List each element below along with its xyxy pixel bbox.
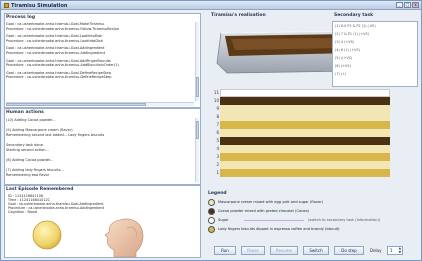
task-item[interactable]: (5) ((+VS) xyxy=(335,56,352,60)
run-button[interactable]: Run xyxy=(214,246,236,255)
human-actions-panel: Human actions (10) Adding Cocoa powder..… xyxy=(4,108,201,185)
human-actions-scrollbar[interactable] xyxy=(195,118,199,182)
app-icon xyxy=(4,3,9,8)
legend-title: Legend xyxy=(208,191,227,196)
layer-number: 3 xyxy=(216,154,219,159)
layer-number: 5 xyxy=(216,138,219,143)
layer-row xyxy=(220,137,390,145)
layer-number: 10 xyxy=(213,98,219,103)
process-log-scroll-thumb[interactable] xyxy=(196,77,199,97)
legend-item-biscuit: Lady fingers biscuits dipped in espresso… xyxy=(208,225,413,234)
task-item[interactable]: (6) (+VS) xyxy=(335,64,351,68)
process-log-text: Goal : ca.usherbrooke.anha.tiramisu.Goal… xyxy=(6,22,194,101)
layer-row xyxy=(220,161,390,169)
task-item[interactable]: (1) 6.0 P1 & P2 (1) (-VS) xyxy=(335,24,376,28)
last-episode-title: Last Episode Remembered xyxy=(6,187,74,192)
secondary-task-list: (1) 6.0 P1 & P2 (1) (-VS) (2) 7 & P1 (1)… xyxy=(332,21,418,87)
layer-row xyxy=(220,145,390,153)
legend-label: Sugar xyxy=(218,218,229,222)
title-bar: Tiramisu Simulation _ □ x xyxy=(1,1,421,10)
sugar-line xyxy=(244,220,304,221)
sugar-swatch xyxy=(208,217,215,224)
legend-item-sugar: Sugar (switch to secondary task (Informa… xyxy=(208,216,413,225)
do-step-button[interactable]: Do step xyxy=(334,246,364,255)
secondary-task-title: Secondary task xyxy=(334,13,374,18)
task-item[interactable]: (4) 6 (1) (+VS) xyxy=(335,48,360,52)
task-item[interactable]: (7) (+) xyxy=(335,72,346,76)
process-log-panel: Process log Goal : ca.usherbrooke.anha.t… xyxy=(4,13,201,108)
layer-row xyxy=(220,121,390,129)
human-actions-title: Human actions xyxy=(6,110,44,115)
memory-disc-icon xyxy=(32,220,62,250)
process-log-scrollbar[interactable] xyxy=(195,22,199,101)
episode-cognition: Cognition : Blood xyxy=(8,210,38,214)
last-episode-panel: Last Episode Remembered ID : 11241168411… xyxy=(4,185,201,258)
layer-row xyxy=(220,129,390,137)
legend-item-cocoa: Cocoa powder mixed with grated chocolat … xyxy=(208,207,413,216)
biscuit-swatch xyxy=(208,226,215,233)
layer-number: 6 xyxy=(216,130,219,135)
layer-number: 4 xyxy=(216,146,219,151)
layer-number: 11 xyxy=(213,90,219,95)
layer-number: 9 xyxy=(216,106,219,111)
task-item[interactable]: (3) 4 (+VS) xyxy=(335,40,354,44)
close-button[interactable]: x xyxy=(412,2,419,8)
process-log-hscroll-thumb[interactable] xyxy=(6,103,146,106)
layer-number: 8 xyxy=(216,114,219,119)
cocoa-swatch xyxy=(208,208,215,215)
task-item[interactable]: (2) 7 & P1 (1) (+VS) xyxy=(335,32,369,36)
layer-number: 7 xyxy=(216,122,219,127)
legend-label: Cocoa powder mixed with grated chocolat … xyxy=(218,209,309,213)
maximize-button[interactable]: □ xyxy=(404,2,411,8)
window-title: Tiramisu Simulation xyxy=(11,3,68,9)
layer-number: 2 xyxy=(216,162,219,167)
switch-button[interactable]: Switch xyxy=(303,246,329,255)
legend-label: Mascarpone cream mixed with egg yolk and… xyxy=(218,200,323,204)
layer-row xyxy=(220,113,390,121)
action-line: Remembering two flavor xyxy=(6,173,50,177)
log-procedure: Procedure : ca.usherbrooke.anha.tiramisu… xyxy=(6,75,112,80)
human-head-icon xyxy=(104,218,144,258)
minimize-button[interactable]: _ xyxy=(396,2,403,8)
resume-button[interactable]: Resume xyxy=(270,246,298,255)
human-actions-scroll-thumb[interactable] xyxy=(196,121,199,139)
layer-row xyxy=(220,169,390,177)
pause-button[interactable]: Pause xyxy=(241,246,265,255)
layer-row xyxy=(220,97,390,105)
layer-row xyxy=(220,89,390,97)
legend-label: Lady fingers biscuits dipped in espresso… xyxy=(218,227,340,231)
human-actions-text: (10) Adding Cocoa powder... (9) Adding M… xyxy=(6,118,194,182)
legend-item-mascarpone: Mascarpone cream mixed with egg yolk and… xyxy=(208,198,413,207)
delay-value: 1 xyxy=(390,248,393,253)
process-log-hscrollbar[interactable] xyxy=(6,102,194,106)
realisation-title: Tiramisu's realisation xyxy=(211,13,266,18)
process-log-title: Process log xyxy=(6,15,36,20)
delay-spinner[interactable]: 1 ▲ ▼ xyxy=(387,246,403,255)
layer-row xyxy=(220,105,390,113)
spinner-down-icon[interactable]: ▼ xyxy=(399,251,401,254)
mascarpone-swatch xyxy=(208,199,215,206)
layer-number: 1 xyxy=(216,170,219,175)
app-window: Tiramisu Simulation _ □ x Process log Go… xyxy=(0,0,422,261)
delay-label: Delay xyxy=(370,248,382,253)
layer-row xyxy=(220,153,390,161)
legend-extra: (switch to secondary task (Information)) xyxy=(308,218,381,222)
